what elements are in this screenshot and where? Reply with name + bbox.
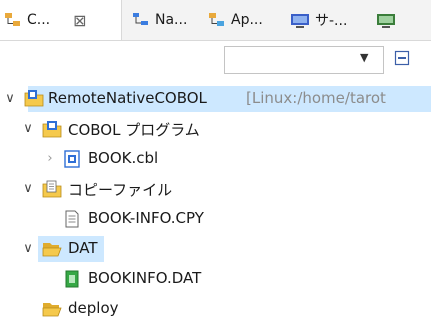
tab-label: Ap... — [231, 12, 263, 28]
tree-item-label: COBOL プログラム — [68, 121, 200, 139]
tree-item-label: deploy — [68, 299, 119, 317]
cobol-source-folder-icon — [42, 121, 62, 138]
tree-item-bookinfo-dat[interactable]: BOOKINFO.DAT — [0, 264, 431, 294]
tree-item-dat-folder[interactable]: ∨ DAT — [0, 234, 431, 264]
tree-item-book-cbl[interactable]: › BOOK.cbl — [0, 144, 431, 174]
application-icon — [209, 13, 224, 26]
chevron-down-icon[interactable]: ▼ — [360, 51, 368, 64]
copybook-file-icon — [65, 210, 79, 228]
package-explorer-icon — [5, 13, 20, 26]
tab-label: サ-... — [315, 13, 348, 29]
server-icon — [291, 14, 309, 28]
data-file-icon — [65, 270, 79, 288]
tab-label: Na... — [155, 12, 188, 28]
tab-label: C... — [27, 12, 51, 28]
tab-server[interactable]: サ-... — [284, 0, 366, 40]
tree-item-label: BOOKINFO.DAT — [88, 269, 202, 287]
chevron-down-icon[interactable]: ∨ — [20, 121, 36, 136]
tab-cobol-explorer[interactable]: C... ⊠ — [0, 0, 122, 40]
tree-item-book-info-cpy[interactable]: BOOK-INFO.CPY — [0, 204, 431, 234]
tab-navigator[interactable]: Na... — [126, 0, 202, 40]
project-location-decoration: [Linux:/home/tarot — [246, 89, 386, 107]
tree-item-label: BOOK.cbl — [88, 149, 159, 167]
tab-overflow[interactable] — [372, 0, 431, 40]
cobol-file-icon — [64, 150, 80, 168]
tree-item-label: RemoteNativeCOBOL — [48, 89, 207, 107]
cobol-project-icon — [24, 90, 44, 107]
chevron-right-icon[interactable]: › — [42, 151, 58, 166]
copybook-folder-icon — [42, 180, 62, 198]
tab-application[interactable]: Ap... — [202, 0, 284, 40]
tree-item-label: DAT — [68, 239, 98, 257]
close-icon[interactable]: ⊠ — [73, 11, 86, 30]
view-tab-bar: C... ⊠ Na... Ap... サ-... — [0, 0, 431, 41]
view-toolbar: ▼ — [0, 40, 431, 80]
navigator-icon — [133, 13, 148, 25]
tree-item-cobol-programs[interactable]: ∨ COBOL プログラム — [0, 114, 431, 144]
open-folder-icon — [42, 303, 62, 317]
open-folder-icon — [42, 243, 62, 257]
chevron-down-icon[interactable]: ∨ — [20, 181, 36, 196]
chevron-down-icon[interactable]: ∨ — [20, 241, 36, 256]
tree-item-label: BOOK-INFO.CPY — [88, 209, 204, 227]
tree-item-project[interactable]: ∨ RemoteNativeCOBOL [Linux:/home/tarot — [0, 84, 431, 114]
chevron-down-icon[interactable]: ∨ — [2, 91, 18, 106]
monitor-icon — [377, 14, 395, 28]
collapse-all-icon[interactable] — [394, 50, 410, 66]
tree-item-label: コピーファイル — [68, 181, 173, 199]
tree-item-copy-files[interactable]: ∨ コピーファイル — [0, 174, 431, 204]
